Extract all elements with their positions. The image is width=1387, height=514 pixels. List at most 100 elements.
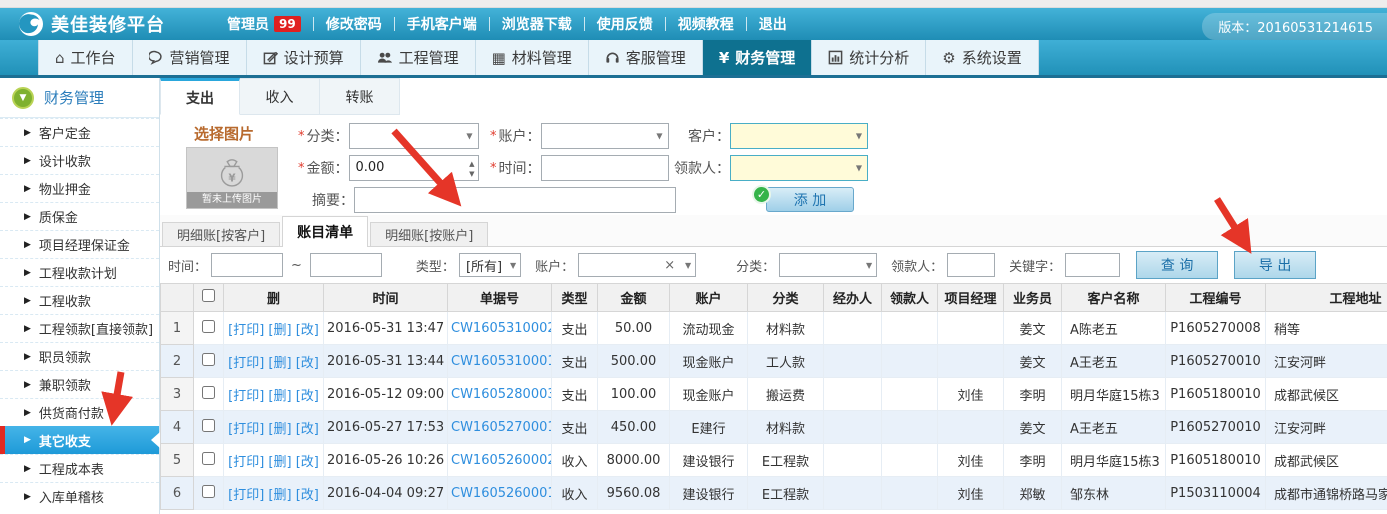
tab-income[interactable]: 收入	[240, 78, 320, 115]
cell-customer-name: A王老五	[1062, 411, 1166, 444]
sidebar-item[interactable]: ▶ 供货商付款	[0, 398, 159, 426]
nav-marketing[interactable]: 营销管理	[133, 40, 247, 75]
menu-feedback[interactable]: 使用反馈	[585, 14, 665, 34]
headset-icon	[605, 50, 620, 65]
query-button[interactable]: 查 询	[1136, 251, 1218, 279]
menu-admin[interactable]: 管理员 99	[215, 14, 313, 34]
nav-customer-service[interactable]: 客服管理	[589, 40, 703, 75]
row-checkbox[interactable]	[202, 452, 215, 465]
doc-no-link[interactable]: CW1605260001	[451, 486, 552, 501]
category-combo[interactable]: ▼	[779, 253, 877, 277]
delete-link[interactable]: [删]	[268, 356, 291, 371]
tab-expense[interactable]: 支出	[160, 78, 240, 115]
tab-account-list[interactable]: 账目清单	[282, 216, 368, 247]
pencil-icon	[263, 50, 278, 65]
row-checkbox[interactable]	[202, 353, 215, 366]
summary-input[interactable]	[354, 187, 676, 213]
sidebar-item[interactable]: ▶ 工程领款[直接领款]	[0, 314, 159, 342]
sidebar-item[interactable]: ▶ 入库单稽核	[0, 482, 159, 510]
row-checkbox[interactable]	[202, 320, 215, 333]
account-combo[interactable]: × ▼	[578, 253, 696, 277]
edit-link[interactable]: [改]	[296, 422, 319, 437]
category-select[interactable]: ▼	[349, 123, 479, 149]
row-checkbox[interactable]	[202, 419, 215, 432]
sidebar-item[interactable]: ▶ 设计收款	[0, 146, 159, 174]
nav-materials[interactable]: ▦ 材料管理	[476, 40, 589, 75]
nav-finance[interactable]: ¥ 财务管理	[703, 40, 812, 75]
amount-input[interactable]: 0.00	[349, 155, 479, 181]
edit-link[interactable]: [改]	[296, 356, 319, 371]
sidebar-item[interactable]: ▶ 工程收款	[0, 286, 159, 314]
account-select[interactable]: ▼	[541, 123, 669, 149]
menu-change-password[interactable]: 修改密码	[314, 14, 394, 34]
amount-stepper[interactable]: ▲ ▼	[469, 159, 474, 179]
print-link[interactable]: [打印]	[228, 422, 264, 437]
filter-account-label: 账户：	[535, 256, 574, 275]
collapse-circle-icon[interactable]: ▼	[12, 87, 34, 109]
row-checkbox[interactable]	[202, 485, 215, 498]
sidebar-item-label: 质保金	[39, 207, 78, 226]
image-upload-placeholder[interactable]: ¥ 暂未上传图片	[186, 147, 278, 209]
edit-link[interactable]: [改]	[296, 488, 319, 503]
delete-link[interactable]: [删]	[268, 422, 291, 437]
delete-link[interactable]: [删]	[268, 455, 291, 470]
sidebar-item[interactable]: ▶ 其它收支	[0, 426, 159, 454]
sidebar-item[interactable]: ▶ 物业押金	[0, 174, 159, 202]
sidebar-item[interactable]: ▶ 项目经理保证金	[0, 230, 159, 258]
chat-icon	[149, 50, 164, 65]
customer-select[interactable]: ▼	[730, 123, 868, 149]
sidebar-item[interactable]: ▶ 工程成本表	[0, 454, 159, 482]
time-from-input[interactable]	[211, 253, 283, 277]
print-link[interactable]: [打印]	[228, 323, 264, 338]
select-all-checkbox[interactable]	[202, 289, 215, 302]
doc-no-link[interactable]: CW1605310001	[451, 354, 552, 369]
time-input[interactable]	[541, 155, 669, 181]
sidebar-item[interactable]: ▶ 兼职领款	[0, 370, 159, 398]
print-link[interactable]: [打印]	[228, 488, 264, 503]
menu-video-tutorial[interactable]: 视频教程	[666, 14, 746, 34]
nav-design-budget[interactable]: 设计预算	[247, 40, 361, 75]
print-link[interactable]: [打印]	[228, 356, 264, 371]
sidebar-item[interactable]: ▶ 质保金	[0, 202, 159, 230]
payee-select[interactable]: ▼	[730, 155, 868, 181]
tab-transfer[interactable]: 转账	[320, 78, 400, 115]
delete-link[interactable]: [删]	[268, 323, 291, 338]
menu-browser-download[interactable]: 浏览器下载	[490, 14, 584, 34]
pick-image-button[interactable]: 选择图片	[194, 123, 254, 144]
doc-no-link[interactable]: CW1605310002	[451, 321, 552, 336]
nav-settings[interactable]: ⚙ 系统设置	[926, 40, 1038, 75]
payee-filter-input[interactable]	[947, 253, 995, 277]
print-link[interactable]: [打印]	[228, 455, 264, 470]
export-button[interactable]: 导 出	[1234, 251, 1316, 279]
cell-category: E工程款	[748, 444, 824, 477]
notification-badge[interactable]: 99	[274, 16, 301, 32]
sidebar-section-header[interactable]: ▼ 财务管理	[0, 78, 159, 118]
nav-workbench[interactable]: ⌂ 工作台	[38, 40, 133, 75]
sidebar-item[interactable]: ▶ 职员领款	[0, 342, 159, 370]
doc-no-link[interactable]: CW1605280003	[451, 387, 552, 402]
delete-link[interactable]: [删]	[268, 488, 291, 503]
add-button[interactable]: 添 加	[766, 187, 854, 212]
delete-link[interactable]: [删]	[268, 389, 291, 404]
time-to-input[interactable]	[310, 253, 382, 277]
edit-link[interactable]: [改]	[296, 323, 319, 338]
type-select[interactable]: [所有] ▼	[459, 253, 521, 277]
edit-link[interactable]: [改]	[296, 455, 319, 470]
tab-detail-by-account[interactable]: 明细账[按账户]	[370, 222, 488, 246]
menu-logout[interactable]: 退出	[747, 14, 799, 34]
tab-detail-by-customer[interactable]: 明细账[按客户]	[162, 222, 280, 246]
cell-type: 支出	[552, 312, 598, 345]
nav-project-mgmt[interactable]: 工程管理	[361, 40, 476, 75]
clear-icon[interactable]: ×	[664, 258, 675, 273]
menu-mobile-client[interactable]: 手机客户端	[395, 14, 489, 34]
print-link[interactable]: [打印]	[228, 389, 264, 404]
nav-statistics[interactable]: 统计分析	[812, 40, 926, 75]
edit-link[interactable]: [改]	[296, 389, 319, 404]
sidebar-item[interactable]: ▶ 客户定金	[0, 118, 159, 146]
row-select-cell	[194, 345, 224, 378]
doc-no-link[interactable]: CW1605260002	[451, 453, 552, 468]
keyword-input[interactable]	[1065, 253, 1120, 277]
doc-no-link[interactable]: CW1605270001	[451, 420, 552, 435]
sidebar-item[interactable]: ▶ 工程收款计划	[0, 258, 159, 286]
row-checkbox[interactable]	[202, 386, 215, 399]
